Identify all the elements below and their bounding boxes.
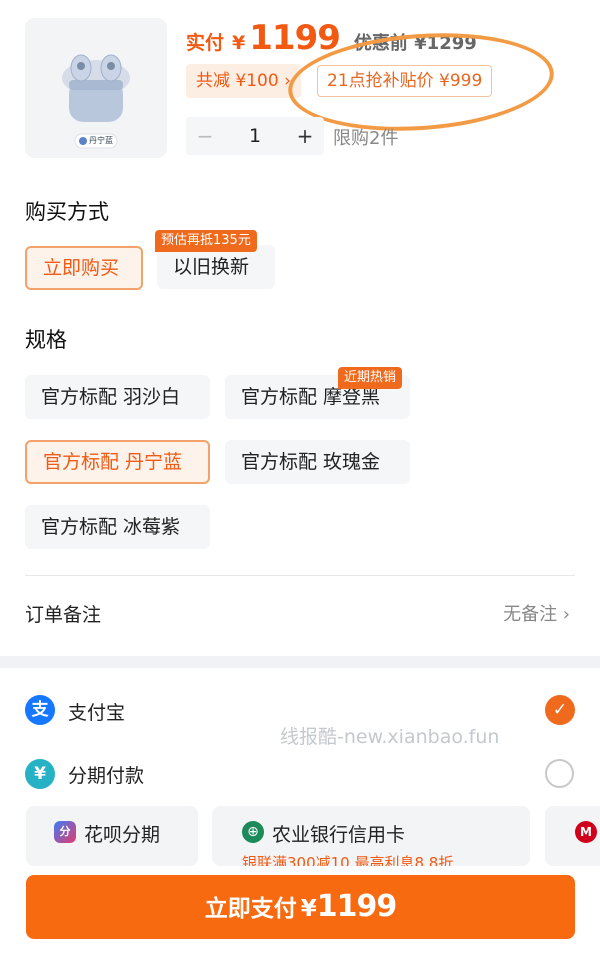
pay-button-amount: 1199	[316, 889, 397, 924]
discount-chip[interactable]: 共减 ¥100 ›	[186, 64, 301, 98]
image-badge-label: 丹宁蓝	[89, 136, 113, 145]
pay-now-button[interactable]: 立即支付 ¥ 1199	[26, 875, 575, 939]
abc-promo-text: 银联满300减10 最高利息8.8折	[242, 854, 454, 866]
huabei-icon: 分	[54, 821, 76, 843]
pay-button-currency: ¥	[300, 896, 317, 922]
pay-label: 实付	[186, 32, 225, 54]
installment-radio[interactable]	[545, 759, 574, 788]
option-buy-now[interactable]: 立即购买	[25, 246, 143, 290]
quantity-stepper: − 1 +	[186, 117, 324, 155]
watermark-text: 线报酷-new.xianbao.fun	[280, 726, 500, 748]
abc-bank-icon: ⊕	[242, 821, 264, 843]
purchase-method-title: 购买方式	[25, 200, 109, 224]
order-remark-label: 订单备注	[25, 604, 102, 626]
huabei-label: 花呗分期	[84, 824, 161, 846]
installment-label[interactable]: 分期付款	[68, 761, 144, 788]
installment-icon: ¥	[25, 759, 55, 789]
trade-in-tag: 预估再抵135元	[155, 230, 257, 252]
price-amount: 1199	[249, 18, 341, 58]
divider	[25, 575, 575, 576]
product-thumbnail[interactable]: 丹宁蓝	[25, 18, 167, 158]
purchase-limit: 限购2件	[333, 128, 399, 149]
spec-option-blue[interactable]: 官方标配 丹宁蓝	[25, 440, 210, 484]
alipay-radio-checked-icon[interactable]: ✓	[545, 695, 575, 725]
spec-title: 规格	[25, 328, 67, 352]
price-currency: ¥	[232, 32, 246, 54]
quantity-plus-button[interactable]: +	[286, 124, 324, 148]
alipay-label[interactable]: 支付宝	[68, 698, 125, 725]
quantity-value[interactable]: 1	[224, 125, 286, 147]
spec-option-purple[interactable]: 官方标配 冰莓紫	[25, 505, 210, 549]
order-remark-value[interactable]: 无备注 ›	[503, 600, 570, 626]
pay-button-label: 立即支付	[204, 896, 297, 922]
spec-option-rose-gold[interactable]: 官方标配 玫瑰金	[225, 440, 410, 484]
hot-sale-tag: 近期热销	[338, 367, 403, 389]
abc-label: 农业银行信用卡	[272, 824, 406, 846]
card-cmb-partial[interactable]: M	[545, 806, 600, 866]
alipay-icon: 支	[25, 695, 55, 725]
card-huabei[interactable]: 分 花呗分期	[26, 806, 198, 866]
quantity-minus-button[interactable]: −	[186, 124, 224, 148]
cmb-bank-icon: M	[575, 821, 597, 843]
section-separator	[0, 656, 600, 668]
card-abc-credit[interactable]: ⊕ 农业银行信用卡 银联满300减10 最高利息8.8折	[212, 806, 530, 866]
spec-option-white[interactable]: 官方标配 羽沙白	[25, 375, 210, 419]
